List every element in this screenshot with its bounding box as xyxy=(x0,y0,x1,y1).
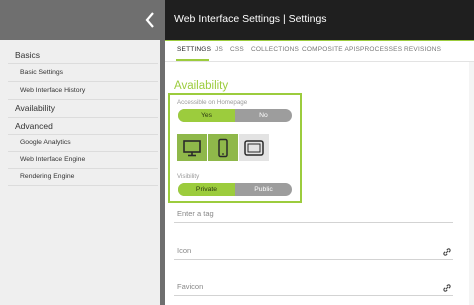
sidebar-separator xyxy=(8,134,158,135)
topbar-left xyxy=(0,0,165,40)
icon-field-label: Icon xyxy=(177,246,192,255)
content-scrollbar[interactable] xyxy=(469,62,474,305)
tab-revisions[interactable]: REVISIONS xyxy=(404,46,441,53)
sidebar-separator xyxy=(8,185,158,186)
sidebar-item-rendering-engine[interactable]: Rendering Engine xyxy=(20,173,74,180)
desktop-icon xyxy=(183,139,201,156)
chevron-left-icon xyxy=(145,12,154,28)
icon-field[interactable]: Icon xyxy=(174,244,453,260)
homepage-label: Accessible on Homepage xyxy=(177,99,248,106)
tab-js[interactable]: JS xyxy=(215,46,223,53)
sidebar-group-advanced[interactable]: Advanced xyxy=(15,121,53,131)
tab-collections[interactable]: COLLECTIONS xyxy=(251,46,299,53)
link-icon[interactable] xyxy=(442,283,452,293)
visibility-public-option[interactable]: Public xyxy=(235,183,292,196)
sidebar-item-web-interface-engine[interactable]: Web Interface Engine xyxy=(20,156,85,163)
link-icon[interactable] xyxy=(442,247,452,257)
sidebar-separator xyxy=(8,63,158,64)
tab-composite-apis[interactable]: COMPOSITE APIS xyxy=(302,46,360,53)
sidebar-item-google-analytics[interactable]: Google Analytics xyxy=(20,139,71,146)
tab-settings[interactable]: SETTINGS xyxy=(177,46,211,53)
phone-icon xyxy=(218,138,228,157)
section-title: Availability xyxy=(174,80,229,92)
tablet-device-button[interactable] xyxy=(239,134,269,161)
visibility-private-option[interactable]: Private xyxy=(178,183,235,196)
page-title: Web Interface Settings | Settings xyxy=(174,13,327,25)
homepage-no-option[interactable]: No xyxy=(235,109,292,122)
topbar: Web Interface Settings | Settings xyxy=(165,0,474,40)
tablet-icon xyxy=(244,139,264,156)
sidebar-item-basic-settings[interactable]: Basic Settings xyxy=(20,69,63,76)
tag-input-placeholder: Enter a tag xyxy=(177,209,214,218)
sidebar-group-basics[interactable]: Basics xyxy=(15,50,40,60)
phone-device-button[interactable] xyxy=(208,134,238,161)
desktop-device-button[interactable] xyxy=(177,134,207,161)
tabs-divider xyxy=(165,61,474,62)
tag-input[interactable]: Enter a tag xyxy=(174,207,453,223)
homepage-yes-option[interactable]: Yes xyxy=(178,109,235,122)
icon-field-underline xyxy=(174,259,453,260)
sidebar-separator xyxy=(8,151,158,152)
favicon-field-underline xyxy=(174,295,453,296)
back-button[interactable] xyxy=(142,10,160,30)
sidebar-divider xyxy=(160,40,165,305)
homepage-toggle: Yes No xyxy=(178,109,292,122)
tab-processes[interactable]: PROCESSES xyxy=(360,46,402,53)
sidebar-separator xyxy=(8,99,158,100)
sidebar-separator xyxy=(8,81,158,82)
tab-css[interactable]: CSS xyxy=(230,46,244,53)
tab-bar: SETTINGS JS CSS COLLECTIONS COMPOSITE AP… xyxy=(165,41,474,61)
device-selector xyxy=(177,134,269,161)
sidebar-separator xyxy=(8,117,158,118)
sidebar-item-availability[interactable]: Availability xyxy=(15,103,55,113)
visibility-toggle: Private Public xyxy=(178,183,292,196)
visibility-label: Visibility xyxy=(177,173,200,180)
tag-input-underline xyxy=(174,222,453,223)
sidebar-separator xyxy=(8,168,158,169)
sidebar-item-web-interface-history[interactable]: Web Interface History xyxy=(20,87,85,94)
favicon-field-label: Favicon xyxy=(177,282,204,291)
favicon-field[interactable]: Favicon xyxy=(174,280,453,296)
